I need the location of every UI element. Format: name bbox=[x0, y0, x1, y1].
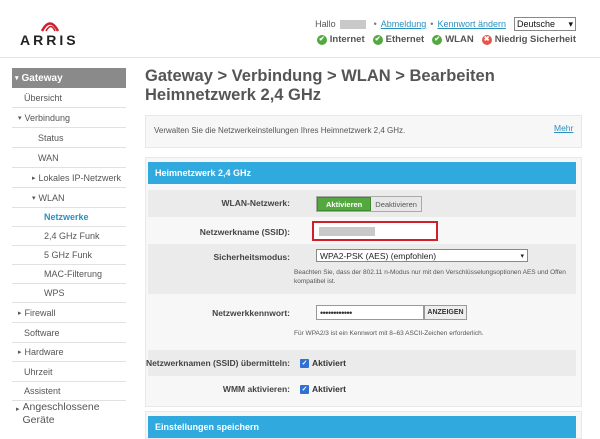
password-label: Netzwerkkennwort: bbox=[212, 308, 290, 318]
sidebar-item-5ghz[interactable]: 5 GHz Funk bbox=[12, 245, 126, 265]
caret-down-icon: ▾ bbox=[32, 194, 36, 202]
sidebar-item-hardware[interactable]: ▸ Hardware bbox=[12, 342, 126, 362]
sidebar-item-firewall[interactable]: ▸ Firewall bbox=[12, 303, 126, 323]
sidebar-item-status[interactable]: Status bbox=[12, 128, 126, 148]
caret-right-icon: ▸ bbox=[18, 309, 22, 317]
header: ARRIS Hallo • Abmeldung • Kennwort änder… bbox=[0, 0, 600, 58]
password-input[interactable]: •••••••••••• bbox=[316, 305, 424, 320]
security-label: Sicherheitsmodus: bbox=[213, 252, 290, 262]
brand-name: ARRIS bbox=[20, 32, 79, 48]
broadcast-label: Netzwerknamen (SSID) übermitteln: bbox=[145, 358, 290, 368]
sidebar-item-local-ip[interactable]: ▸ Lokales IP-Netzwerk bbox=[12, 168, 126, 188]
ssid-redacted bbox=[319, 227, 375, 236]
sidebar-item-overview[interactable]: Übersicht bbox=[12, 88, 126, 108]
sidebar-item-wan[interactable]: WAN bbox=[12, 148, 126, 168]
save-section-header: Einstellungen speichern bbox=[148, 416, 576, 438]
separator: • bbox=[430, 19, 434, 29]
separator: • bbox=[373, 19, 377, 29]
check-circle-icon: ✔ bbox=[432, 34, 443, 45]
caret-right-icon: ▸ bbox=[16, 406, 20, 413]
broadcast-checkbox[interactable]: ✓ Aktiviert bbox=[300, 358, 346, 368]
wmm-checkbox[interactable]: ✓ Aktiviert bbox=[300, 384, 346, 394]
show-password-button[interactable]: ANZEIGEN bbox=[424, 305, 467, 320]
status-security: ✖ Niedrig Sicherheit bbox=[481, 34, 576, 45]
page-title: Gateway > Verbindung > WLAN > Bearbeiten… bbox=[145, 67, 495, 104]
sidebar-item-wizard[interactable]: Assistent bbox=[12, 381, 126, 401]
password-note: Für WPA2/3 ist ein Kennwort mit 8–63 ASC… bbox=[294, 330, 484, 337]
caret-down-icon: ▾ bbox=[18, 114, 22, 122]
caret-right-icon: ▸ bbox=[32, 174, 36, 182]
sidebar-item-connected-devices[interactable]: ▸ Angeschlossene Geräte bbox=[12, 401, 126, 435]
sidebar-item-wlan[interactable]: ▾ WLAN bbox=[12, 188, 126, 208]
chevron-down-icon: ▾ bbox=[568, 18, 573, 29]
sidebar-item-time[interactable]: Uhrzeit bbox=[12, 362, 126, 382]
caret-down-icon: ▾ bbox=[15, 75, 19, 82]
wlan-label: WLAN-Netzwerk: bbox=[221, 198, 290, 208]
language-select[interactable]: Deutsche ▾ bbox=[514, 17, 576, 31]
sidebar-item-24ghz[interactable]: 2,4 GHz Funk bbox=[12, 226, 126, 246]
disable-button[interactable]: Deaktivieren bbox=[371, 197, 421, 211]
wmm-label: WMM aktivieren: bbox=[222, 384, 290, 394]
status-internet: ✔ Internet bbox=[316, 34, 365, 45]
username-redacted bbox=[339, 19, 366, 29]
security-value: WPA2-PSK (AES) (empfohlen) bbox=[320, 250, 437, 261]
sidebar-item-software[interactable]: Software bbox=[12, 323, 126, 343]
status-ethernet: ✔ Ethernet bbox=[372, 34, 424, 45]
checkmark-icon: ✓ bbox=[300, 384, 309, 394]
section-header: Heimnetzwerk 2,4 GHz bbox=[148, 162, 576, 184]
more-link[interactable]: Mehr bbox=[554, 123, 573, 133]
security-note: Beachten Sie, dass der 802.11 n-Modus nu… bbox=[294, 269, 566, 285]
ssid-input[interactable] bbox=[312, 221, 438, 241]
ssid-label: Netzwerkname (SSID): bbox=[199, 227, 290, 237]
sidebar-item-networks[interactable]: Netzwerke bbox=[12, 207, 126, 227]
x-circle-icon: ✖ bbox=[481, 34, 492, 45]
logout-link[interactable]: Abmeldung bbox=[381, 19, 427, 29]
status-wlan: ✔ WLAN bbox=[432, 34, 474, 45]
change-password-link[interactable]: Kennwort ändern bbox=[437, 19, 506, 29]
arris-logo-mark-icon bbox=[40, 22, 60, 32]
sidebar-item-wps[interactable]: WPS bbox=[12, 283, 126, 303]
language-value: Deutsche bbox=[517, 19, 556, 29]
security-select[interactable]: WPA2-PSK (AES) (empfohlen) ▾ bbox=[316, 249, 528, 262]
checkmark-icon: ✓ bbox=[300, 358, 309, 368]
check-circle-icon: ✔ bbox=[372, 34, 383, 45]
chevron-down-icon: ▾ bbox=[520, 252, 524, 260]
sidebar-item-gateway[interactable]: ▾ Gateway bbox=[12, 68, 126, 88]
user-links: Hallo • Abmeldung • Kennwort ändern Deut… bbox=[315, 17, 576, 31]
sidebar-item-mac-filter[interactable]: MAC-Filterung bbox=[12, 264, 126, 284]
sidebar-item-connection[interactable]: ▾ Verbindung bbox=[12, 108, 126, 128]
greeting: Hallo bbox=[315, 19, 336, 29]
info-text: Verwalten Sie die Netzwerkeinstellungen … bbox=[154, 126, 406, 135]
wlan-toggle: Aktivieren Deaktivieren bbox=[316, 196, 422, 212]
caret-right-icon: ▸ bbox=[18, 348, 22, 356]
enable-button[interactable]: Aktivieren bbox=[317, 197, 372, 211]
status-bar: ✔ Internet ✔ Ethernet ✔ WLAN ✖ Niedrig S… bbox=[309, 34, 576, 45]
arris-logo: ARRIS bbox=[20, 18, 80, 48]
check-circle-icon: ✔ bbox=[316, 34, 327, 45]
